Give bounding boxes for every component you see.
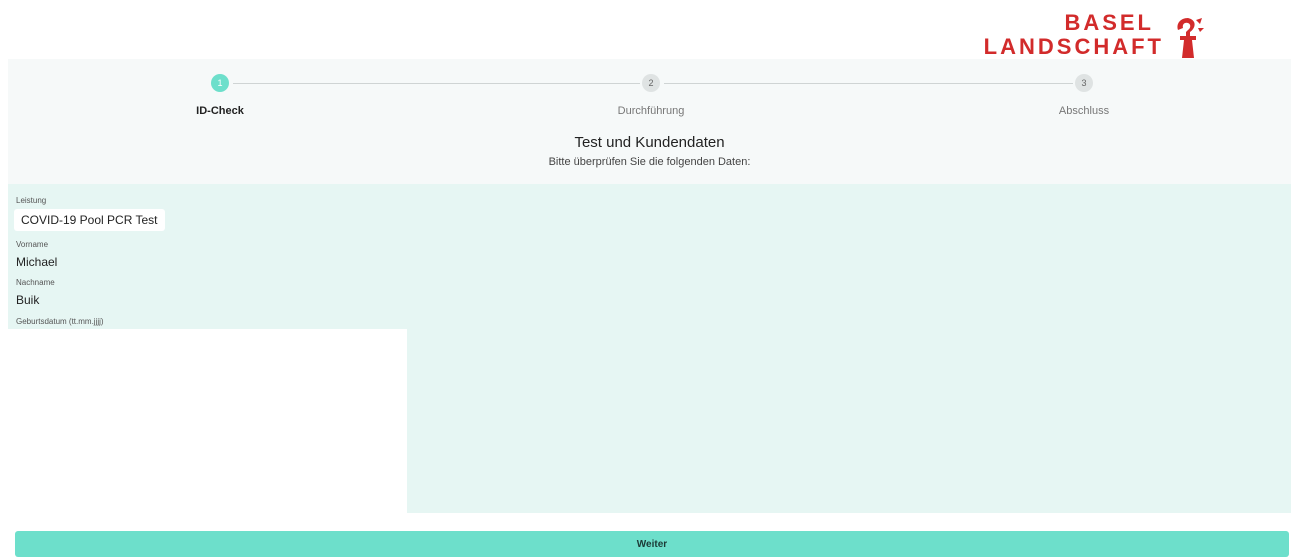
section-subtitle: Bitte überprüfen Sie die folgenden Daten… bbox=[548, 156, 751, 168]
customer-data-form: Leistung COVID-19 Pool PCR Test Vorname … bbox=[8, 184, 1291, 513]
step-connector-2 bbox=[664, 83, 1073, 84]
step-2-label: Durchführung bbox=[617, 105, 685, 117]
progress-stepper: 1 2 3 ID-Check Durchführung Abschluss bbox=[8, 59, 1291, 129]
step-2-indicator: 2 bbox=[642, 74, 660, 92]
geburtsdatum-input-area[interactable] bbox=[8, 329, 407, 513]
step-3-indicator: 3 bbox=[1075, 74, 1093, 92]
section-title: Test und Kundendaten bbox=[574, 134, 725, 151]
nachname-value: Buik bbox=[16, 293, 40, 307]
step-1-indicator: 1 bbox=[211, 74, 229, 92]
step-3-label: Abschluss bbox=[1058, 105, 1110, 117]
logo-line-basel: BASEL bbox=[1064, 10, 1154, 35]
nachname-label: Nachname bbox=[16, 278, 55, 287]
weiter-button[interactable]: Weiter bbox=[15, 531, 1289, 557]
step-1-label: ID-Check bbox=[196, 105, 244, 117]
leistung-value: COVID-19 Pool PCR Test bbox=[14, 209, 165, 231]
vorname-value: Michael bbox=[16, 255, 58, 269]
header-panel: 1 2 3 ID-Check Durchführung Abschluss Te… bbox=[8, 59, 1291, 184]
step-connector-1 bbox=[233, 83, 640, 84]
leistung-label: Leistung bbox=[16, 196, 47, 205]
crozier-icon bbox=[1177, 18, 1204, 58]
vorname-label: Vorname bbox=[16, 240, 49, 249]
geburtsdatum-label: Geburtsdatum (tt.mm.jjjj) bbox=[16, 317, 104, 326]
logo-line-landschaft: LANDSCHAFT bbox=[983, 34, 1164, 59]
basel-landschaft-logo: BASEL LANDSCHAFT bbox=[984, 10, 1206, 62]
